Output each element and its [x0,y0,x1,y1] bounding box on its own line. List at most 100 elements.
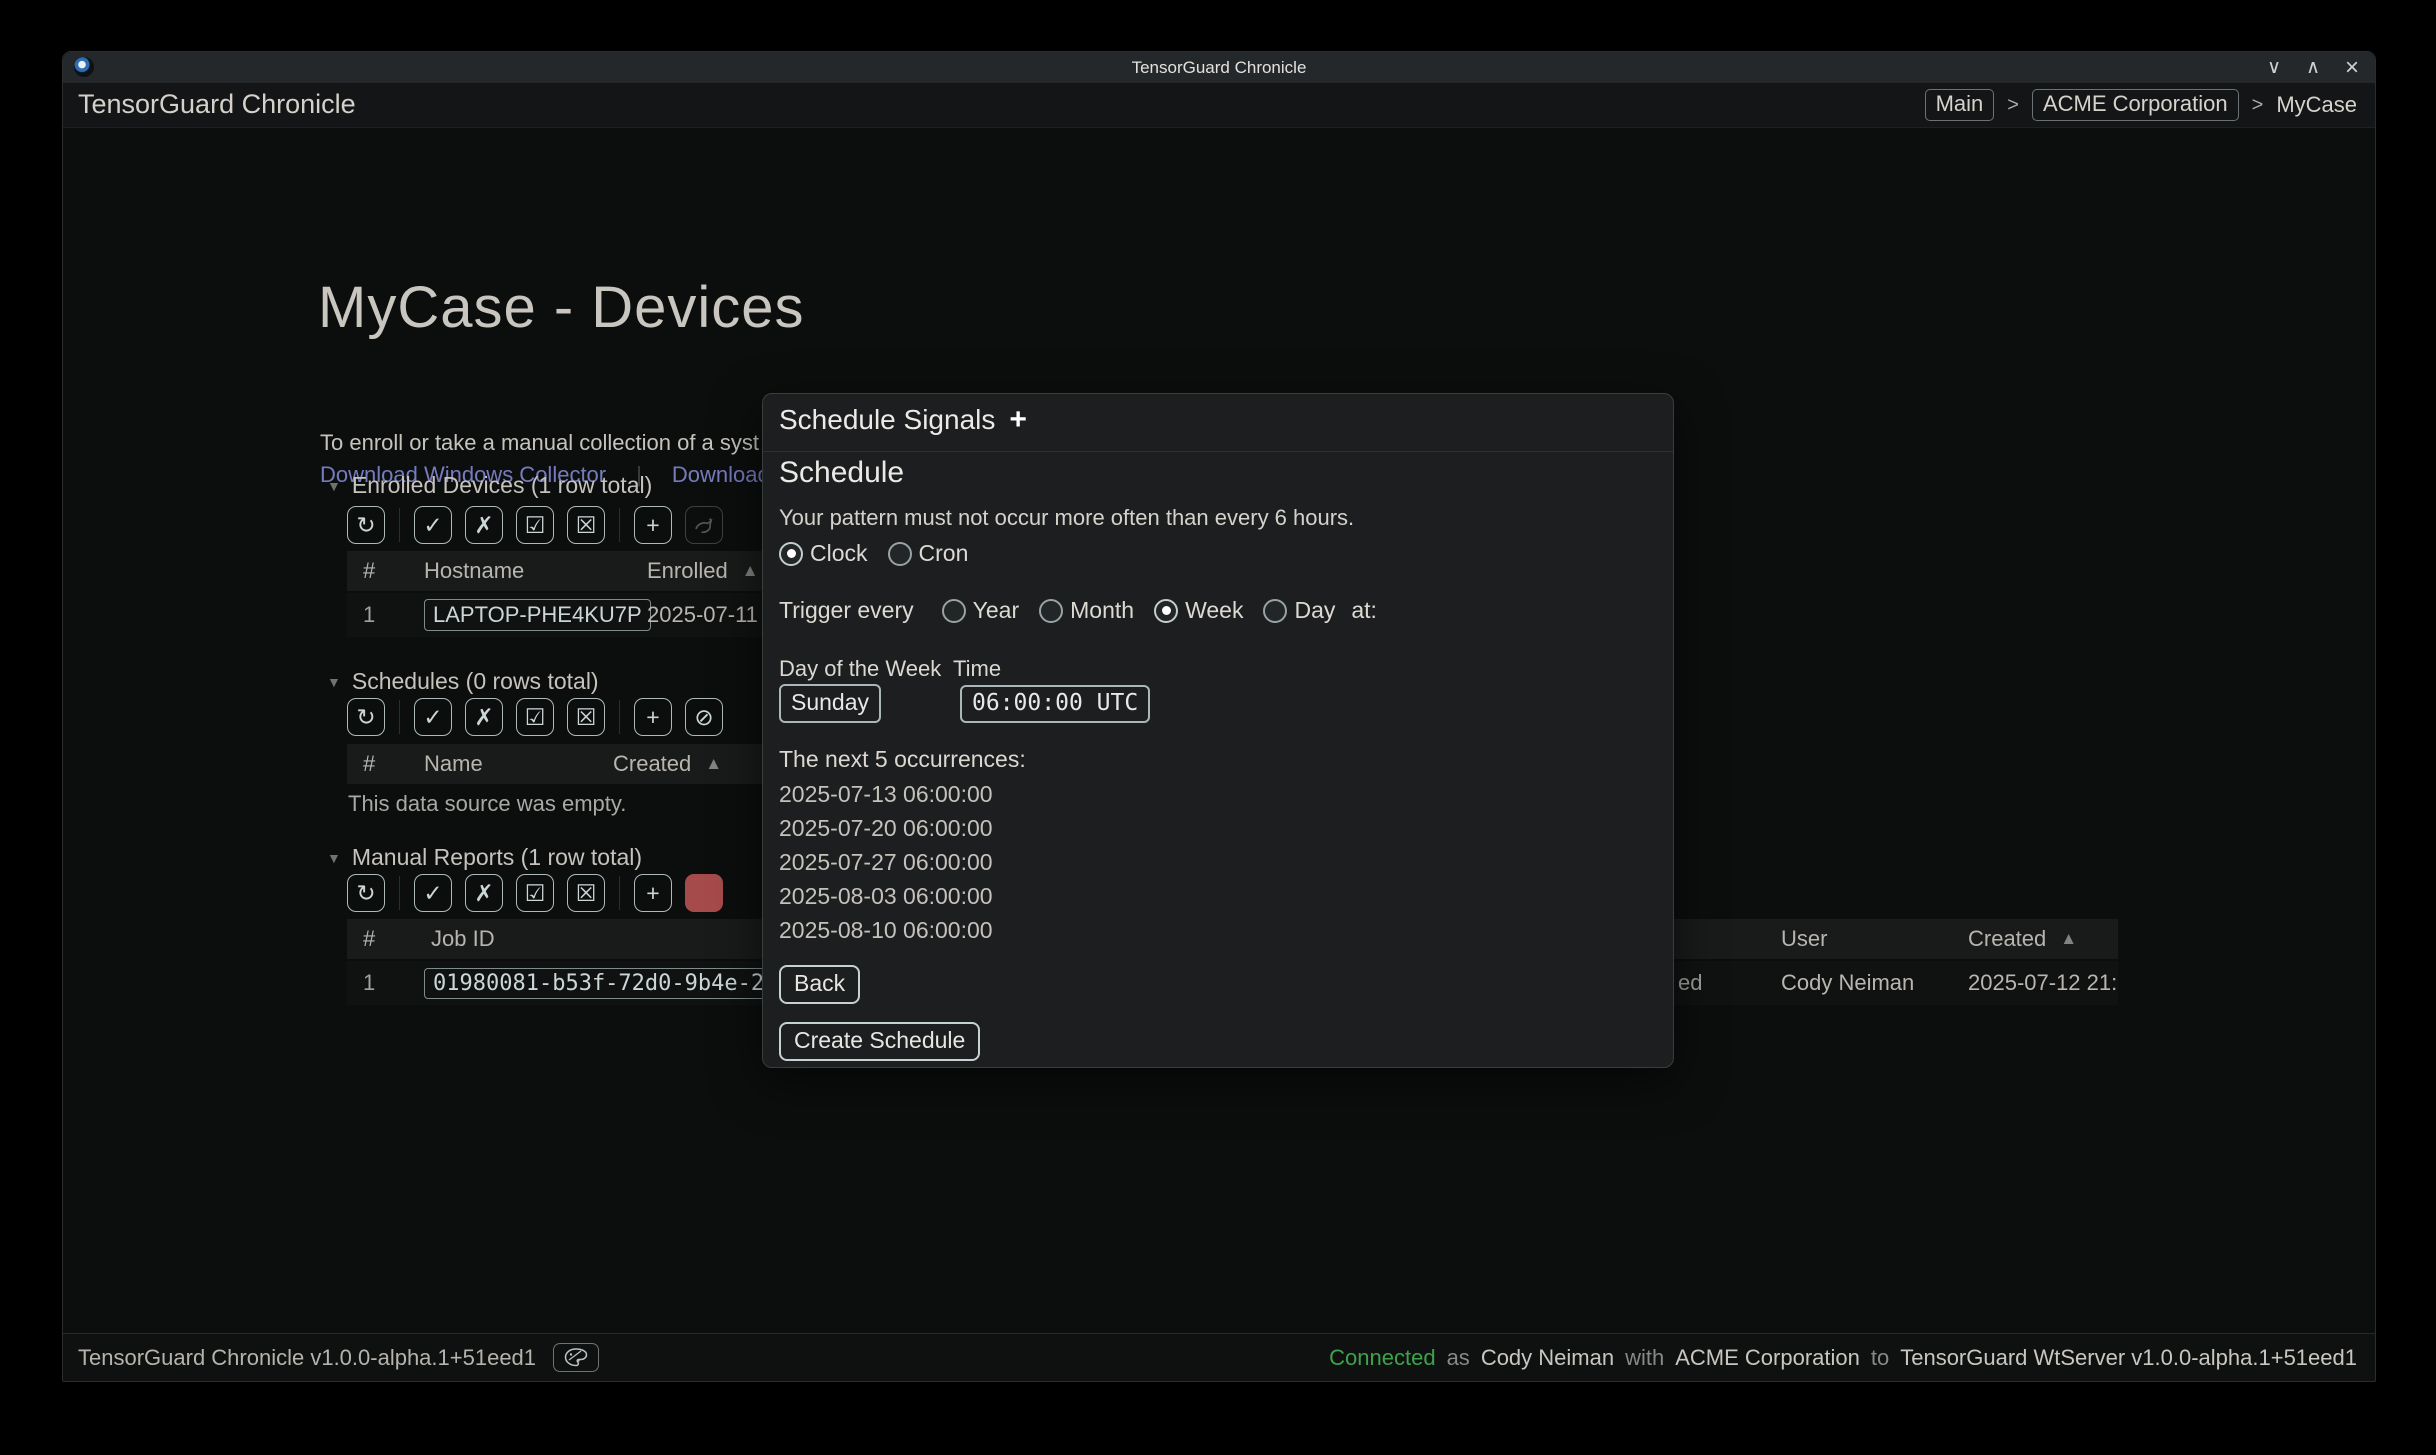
approve-button[interactable]: ✓ [414,874,452,912]
year-radio[interactable] [942,599,966,623]
week-radio[interactable] [1154,599,1178,623]
status-org: ACME Corporation [1675,1345,1860,1371]
col-created-sortable[interactable]: Created ▲ [1968,919,2077,959]
stop-report-button[interactable] [685,874,723,912]
week-radio-label[interactable]: Week [1185,597,1243,624]
occurrences-list: 2025-07-13 06:00:00 2025-07-20 06:00:00 … [779,777,993,947]
occurrences-label: The next 5 occurrences: [779,746,1026,773]
collapse-icon[interactable]: ▼ [327,674,341,690]
select-all-button[interactable]: ☑ [516,698,554,736]
breadcrumb: Main > ACME Corporation > MyCase [1925,83,2357,127]
section-schedules-header[interactable]: ▼ Schedules (0 rows total) [327,668,599,695]
day-radio-label[interactable]: Day [1294,597,1335,624]
year-radio-label[interactable]: Year [973,597,1019,624]
minimize-icon[interactable]: ∨ [2267,58,2281,77]
refresh-icon: ↻ [356,514,375,537]
download-second-collector-link[interactable]: Download [672,462,770,488]
day-of-week-select[interactable]: Sunday [779,684,881,723]
enroll-action-button[interactable] [685,506,723,544]
refresh-button[interactable]: ↻ [347,874,385,912]
clock-radio-label[interactable]: Clock [810,540,868,567]
col-num: # [363,551,375,591]
breadcrumb-org[interactable]: ACME Corporation [2032,89,2239,121]
collapse-icon[interactable]: ▼ [327,478,341,494]
time-input[interactable]: 06:00:00 UTC [960,685,1150,723]
create-schedule-button[interactable]: Create Schedule [779,1022,980,1061]
reject-button[interactable]: ✗ [465,698,503,736]
sort-asc-icon: ▲ [705,754,722,774]
deselect-all-button[interactable]: ☒ [567,874,605,912]
cron-radio[interactable] [888,542,912,566]
disable-schedule-button[interactable]: ⊘ [685,698,723,736]
trigger-every-label: Trigger every [779,597,914,624]
page-title: MyCase - Devices [318,274,805,341]
refresh-icon: ↻ [356,706,375,729]
section-title: Enrolled Devices (1 row total) [352,472,652,499]
occurrence-item: 2025-08-03 06:00:00 [779,879,993,913]
deselect-all-button[interactable]: ☒ [567,506,605,544]
month-radio-label[interactable]: Month [1070,597,1134,624]
col-name: Name [424,744,483,784]
clock-radio[interactable] [779,542,803,566]
trigger-radio-group: Trigger every Year Month Week Day at: [779,597,1377,624]
checked-box-icon: ☑ [525,706,546,729]
circle-slash-icon: ⊘ [694,706,713,729]
x-icon: ✗ [474,706,493,729]
col-enrolled-sortable[interactable]: Enrolled ▲ [647,551,759,591]
reject-button[interactable]: ✗ [465,506,503,544]
select-all-button[interactable]: ☑ [516,506,554,544]
toolbar-divider [619,700,620,734]
empty-datasource-note: This data source was empty. [348,791,626,817]
status-fragment: ed [1678,961,1702,1005]
reject-button[interactable]: ✗ [465,874,503,912]
occurrence-item: 2025-08-10 06:00:00 [779,913,993,947]
hostname-cell[interactable]: LAPTOP-PHE4KU7P [424,593,651,637]
breadcrumb-current: MyCase [2276,92,2357,118]
connection-status: Connected as Cody Neiman with ACME Corpo… [1329,1334,2357,1381]
as-word: as [1447,1345,1470,1371]
col-hostname: Hostname [424,551,524,591]
approve-button[interactable]: ✓ [414,506,452,544]
close-icon[interactable]: × [2345,56,2359,80]
server-version: TensorGuard WtServer v1.0.0-alpha.1+51ee… [1900,1345,2357,1371]
day-radio[interactable] [1263,599,1287,623]
add-device-button[interactable]: + [634,506,672,544]
hostname-value[interactable]: LAPTOP-PHE4KU7P [424,599,651,631]
col-num: # [363,919,375,959]
select-all-button[interactable]: ☑ [516,874,554,912]
theme-button[interactable] [553,1343,599,1372]
refresh-button[interactable]: ↻ [347,698,385,736]
window-title: TensorGuard Chronicle [63,52,2375,83]
add-schedule-button[interactable]: + [634,698,672,736]
breadcrumb-separator: > [2007,94,2019,117]
deselect-all-button[interactable]: ☒ [567,698,605,736]
col-created-sortable[interactable]: Created ▲ [613,744,722,784]
refresh-button[interactable]: ↻ [347,506,385,544]
back-button[interactable]: Back [779,965,860,1004]
maximize-icon[interactable]: ∧ [2306,58,2320,77]
window-titlebar: TensorGuard Chronicle ∨ ∧ × [63,52,2375,84]
add-signal-icon[interactable]: + [1009,403,1027,437]
cron-radio-label[interactable]: Cron [919,540,969,567]
day-of-week-label: Day of the Week [779,656,953,682]
breadcrumb-main[interactable]: Main [1925,89,1995,121]
app-window: TensorGuard Chronicle ∨ ∧ × TensorGuard … [62,51,2376,1382]
section-enrolled-devices-header[interactable]: ▼ Enrolled Devices (1 row total) [327,472,652,499]
sort-asc-icon: ▲ [2060,929,2077,949]
toolbar-divider [399,700,400,734]
col-created-label: Created [613,751,691,777]
plus-icon: + [646,514,659,537]
add-report-button[interactable]: + [634,874,672,912]
month-radio[interactable] [1039,599,1063,623]
check-icon: ✓ [423,514,442,537]
collapse-icon[interactable]: ▼ [327,850,341,866]
palette-icon [563,1347,589,1369]
approve-button[interactable]: ✓ [414,698,452,736]
col-job-id: Job ID [431,919,495,959]
section-manual-reports-header[interactable]: ▼ Manual Reports (1 row total) [327,844,642,871]
at-label: at: [1351,597,1377,624]
refresh-icon: ↻ [356,882,375,905]
check-icon: ✓ [423,706,442,729]
created-cell: 2025-07-12 21: [1968,961,2117,1005]
col-num: # [363,744,375,784]
